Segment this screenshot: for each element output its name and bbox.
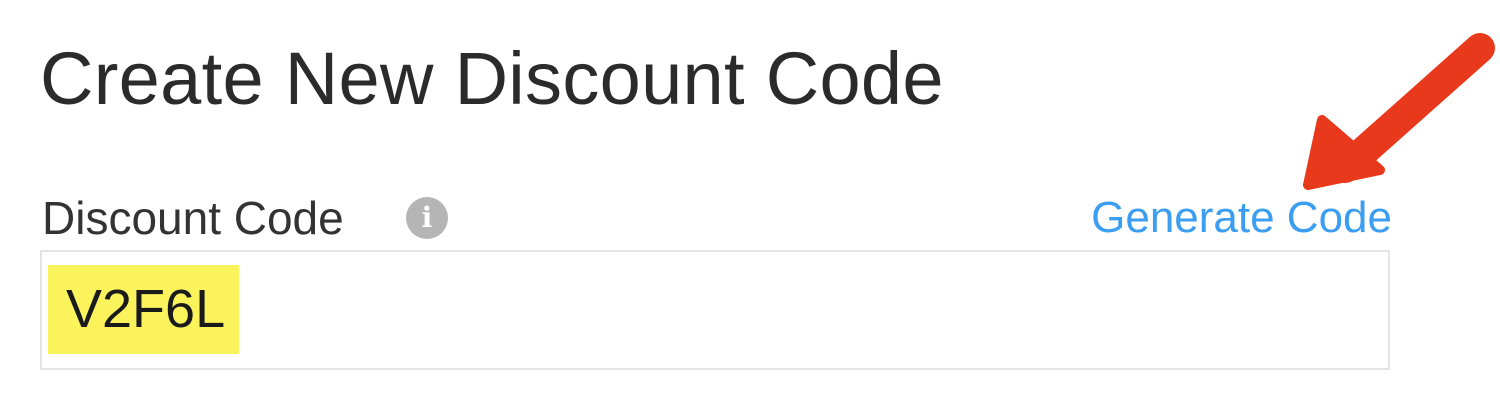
page-title: Create New Discount Code — [40, 37, 944, 120]
discount-form: Create New Discount Code Discount Code i… — [0, 0, 1500, 406]
red-arrow-annotation — [1303, 33, 1495, 190]
discount-code-value: V2F6L — [48, 265, 240, 354]
discount-code-label-row: Discount Code i Generate Code — [42, 192, 1392, 244]
discount-code-label: Discount Code — [42, 192, 344, 244]
info-icon[interactable]: i — [406, 197, 448, 239]
arrow-shaft — [1330, 33, 1495, 183]
discount-code-input[interactable]: V2F6L — [40, 250, 1390, 370]
